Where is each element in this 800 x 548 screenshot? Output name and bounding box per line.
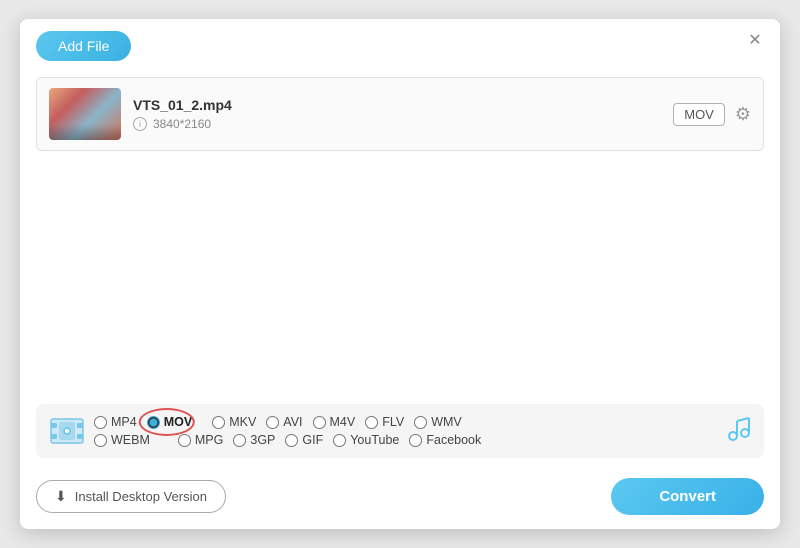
format-label-3gp: 3GP	[250, 433, 275, 447]
title-bar: Add File ✕	[20, 19, 780, 69]
format-option-gif[interactable]: GIF	[285, 433, 323, 447]
format-label-mpg: MPG	[195, 433, 223, 447]
format-label-mp4: MP4	[111, 415, 137, 429]
format-option-facebook[interactable]: Facebook	[409, 433, 481, 447]
format-option-flv[interactable]: FLV	[365, 415, 404, 429]
format-option-webm[interactable]: WEBM	[94, 433, 150, 447]
music-icon	[726, 415, 752, 447]
format-label-flv: FLV	[382, 415, 404, 429]
install-label: Install Desktop Version	[75, 489, 207, 504]
format-label-avi: AVI	[283, 415, 302, 429]
format-option-wmv[interactable]: WMV	[414, 415, 462, 429]
format-label-youtube: YouTube	[350, 433, 399, 447]
file-name: VTS_01_2.mp4	[133, 97, 661, 113]
format-badge[interactable]: MOV	[673, 103, 725, 126]
format-label-mkv: MKV	[229, 415, 256, 429]
format-selector: MP4 MOV MKV AVI	[36, 404, 764, 458]
gear-icon: ⚙	[735, 104, 751, 125]
settings-button[interactable]: ⚙	[735, 104, 751, 125]
format-label-m4v: M4V	[330, 415, 356, 429]
format-option-3gp[interactable]: 3GP	[233, 433, 275, 447]
convert-button[interactable]: Convert	[611, 478, 764, 515]
download-icon: ⬇	[55, 488, 67, 505]
file-thumbnail	[49, 88, 121, 140]
format-option-mpg[interactable]: MPG	[178, 433, 223, 447]
format-label-facebook: Facebook	[426, 433, 481, 447]
formats-container: MP4 MOV MKV AVI	[94, 415, 710, 447]
format-option-m4v[interactable]: M4V	[313, 415, 356, 429]
format-label-gif: GIF	[302, 433, 323, 447]
close-button[interactable]: ✕	[744, 29, 766, 51]
format-option-mov[interactable]: MOV	[147, 415, 192, 429]
format-label-mov: MOV	[164, 415, 192, 429]
formats-row1: MP4 MOV MKV AVI	[94, 415, 710, 429]
file-item: VTS_01_2.mp4 i 3840*2160 MOV ⚙	[36, 77, 764, 151]
format-label-webm: WEBM	[111, 433, 150, 447]
info-icon: i	[133, 117, 147, 131]
format-option-mp4[interactable]: MP4	[94, 415, 137, 429]
formats-row2: WEBM MPG 3GP GIF	[94, 433, 710, 447]
format-option-avi[interactable]: AVI	[266, 415, 302, 429]
spacer	[20, 240, 780, 395]
file-actions: MOV ⚙	[673, 103, 751, 126]
film-icon	[48, 412, 86, 450]
file-list-area: VTS_01_2.mp4 i 3840*2160 MOV ⚙	[20, 69, 780, 240]
format-option-youtube[interactable]: YouTube	[333, 433, 399, 447]
install-desktop-button[interactable]: ⬇ Install Desktop Version	[36, 480, 226, 513]
close-icon: ✕	[748, 30, 761, 50]
footer: ⬇ Install Desktop Version Convert	[20, 468, 780, 529]
main-dialog: Add File ✕ VTS_01_2.mp4 i 3840*2160 MOV …	[20, 19, 780, 529]
add-file-button[interactable]: Add File	[36, 31, 131, 61]
format-section: MP4 MOV MKV AVI	[20, 394, 780, 468]
file-meta: i 3840*2160	[133, 117, 661, 131]
format-label-wmv: WMV	[431, 415, 462, 429]
file-resolution: 3840*2160	[153, 117, 211, 131]
file-info: VTS_01_2.mp4 i 3840*2160	[133, 97, 661, 131]
format-option-mkv[interactable]: MKV	[212, 415, 256, 429]
